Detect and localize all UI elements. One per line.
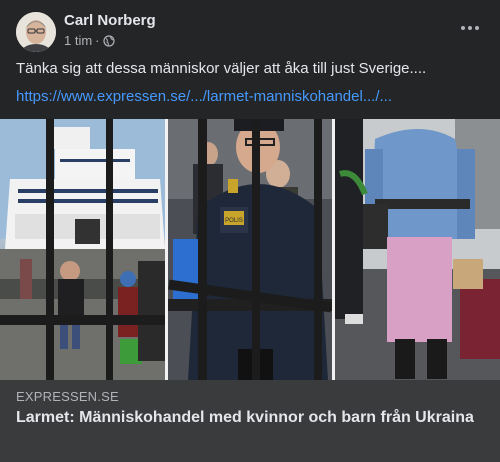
post-text: Tänka sig att dessa människor väljer att…	[16, 60, 427, 77]
globe-icon[interactable]	[102, 34, 115, 47]
post-link[interactable]: https://www.expressen.se/.../larmet-mann…	[16, 88, 392, 105]
author-name[interactable]: Carl Norberg	[64, 12, 156, 29]
post-meta: 1 tim ·	[64, 33, 115, 48]
post-time[interactable]: 1 tim	[64, 33, 92, 48]
avatar[interactable]	[16, 12, 56, 52]
preview-domain: EXPRESSEN.SE	[16, 389, 119, 404]
preview-title[interactable]: Larmet: Människohandel med kvinnor och b…	[16, 407, 486, 428]
facebook-post: Carl Norberg 1 tim · Tänka sig att dessa…	[0, 0, 500, 462]
meta-separator: ·	[95, 33, 100, 48]
more-options-icon[interactable]	[456, 18, 484, 38]
link-preview-image[interactable]: POLIS	[0, 119, 500, 380]
gate-bars	[0, 119, 335, 380]
